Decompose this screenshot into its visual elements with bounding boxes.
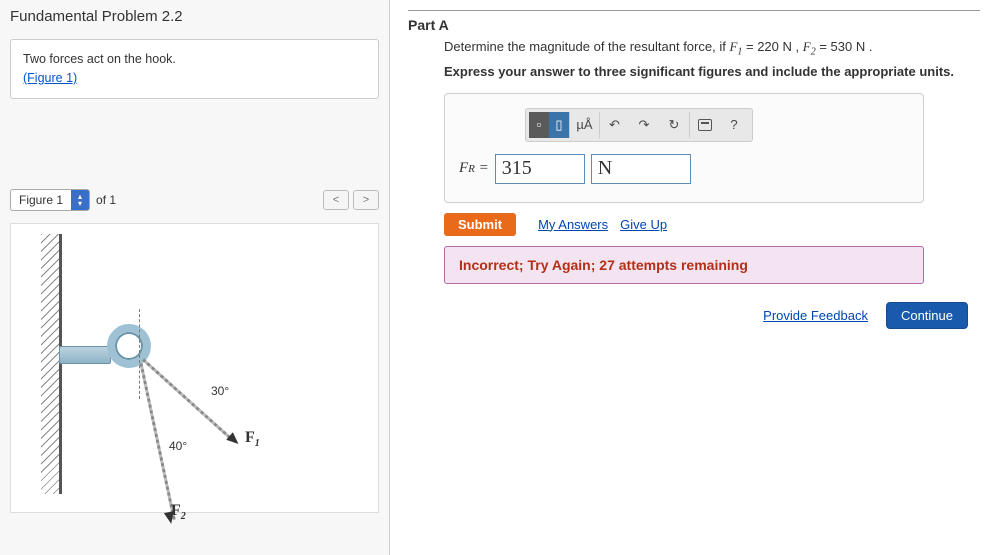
angle-30: 30° (211, 384, 229, 398)
answer-area: ▫ ▯ µÅ ↶ ↷ ↻ ? FR = (444, 93, 924, 203)
figure-prev-button[interactable]: < (323, 190, 349, 210)
figure-section: Figure 1 ▴▾ of 1 < > 30° (10, 189, 379, 513)
problem-title: Fundamental Problem 2.2 (10, 8, 379, 25)
help-icon[interactable]: ? (719, 112, 749, 138)
answer-row: FR = (459, 154, 909, 184)
prompt-text: Two forces act on the hook. (23, 50, 366, 69)
hook-mount (59, 346, 111, 364)
figure-selector[interactable]: Figure 1 ▴▾ (10, 189, 90, 211)
redo-icon[interactable]: ↷ (629, 112, 659, 138)
answer-toolbar: ▫ ▯ µÅ ↶ ↷ ↻ ? (525, 108, 753, 142)
f1-label: F1 (245, 429, 260, 449)
fr-label: FR = (459, 160, 489, 177)
template-tool-icon[interactable]: ▫ (529, 112, 549, 138)
units-tool[interactable]: µÅ (569, 112, 599, 138)
part-label: Part A (408, 17, 980, 33)
submit-row: Submit My Answers Give Up (444, 213, 980, 236)
figure-of-text: of 1 (96, 193, 116, 207)
my-answers-link[interactable]: My Answers (538, 217, 608, 232)
prompt-box: Two forces act on the hook. (Figure 1) (10, 39, 379, 99)
figure-canvas: 30° 40° F1 F2 (10, 223, 379, 513)
instruction-text: Express your answer to three significant… (444, 64, 980, 79)
f2-label: F2 (171, 502, 186, 522)
angle-40: 40° (169, 439, 187, 453)
bottom-row: Provide Feedback Continue (408, 302, 968, 329)
continue-button[interactable]: Continue (886, 302, 968, 329)
submit-button[interactable]: Submit (444, 213, 516, 236)
value-input[interactable] (495, 154, 585, 184)
dash-line (139, 309, 140, 399)
wall-hatch (41, 234, 59, 494)
undo-icon[interactable]: ↶ (599, 112, 629, 138)
keyboard-icon[interactable] (689, 112, 719, 138)
figure-spinner[interactable]: ▴▾ (71, 190, 89, 210)
left-pane: Fundamental Problem 2.2 Two forces act o… (0, 0, 390, 555)
wall-line (59, 234, 62, 494)
right-pane: Part A Determine the magnitude of the re… (390, 0, 998, 555)
figure-header: Figure 1 ▴▾ of 1 < > (10, 189, 379, 211)
figure-link[interactable]: (Figure 1) (23, 71, 77, 85)
divider (408, 10, 980, 11)
figure-next-button[interactable]: > (353, 190, 379, 210)
question-text: Determine the magnitude of the resultant… (444, 39, 980, 58)
figure-selector-label: Figure 1 (11, 193, 71, 207)
provide-feedback-link[interactable]: Provide Feedback (763, 308, 868, 323)
reset-icon[interactable]: ↻ (659, 112, 689, 138)
feedback-box: Incorrect; Try Again; 27 attempts remain… (444, 246, 924, 284)
give-up-link[interactable]: Give Up (620, 217, 667, 232)
unit-input[interactable] (591, 154, 691, 184)
fraction-tool-icon[interactable]: ▯ (549, 112, 569, 138)
